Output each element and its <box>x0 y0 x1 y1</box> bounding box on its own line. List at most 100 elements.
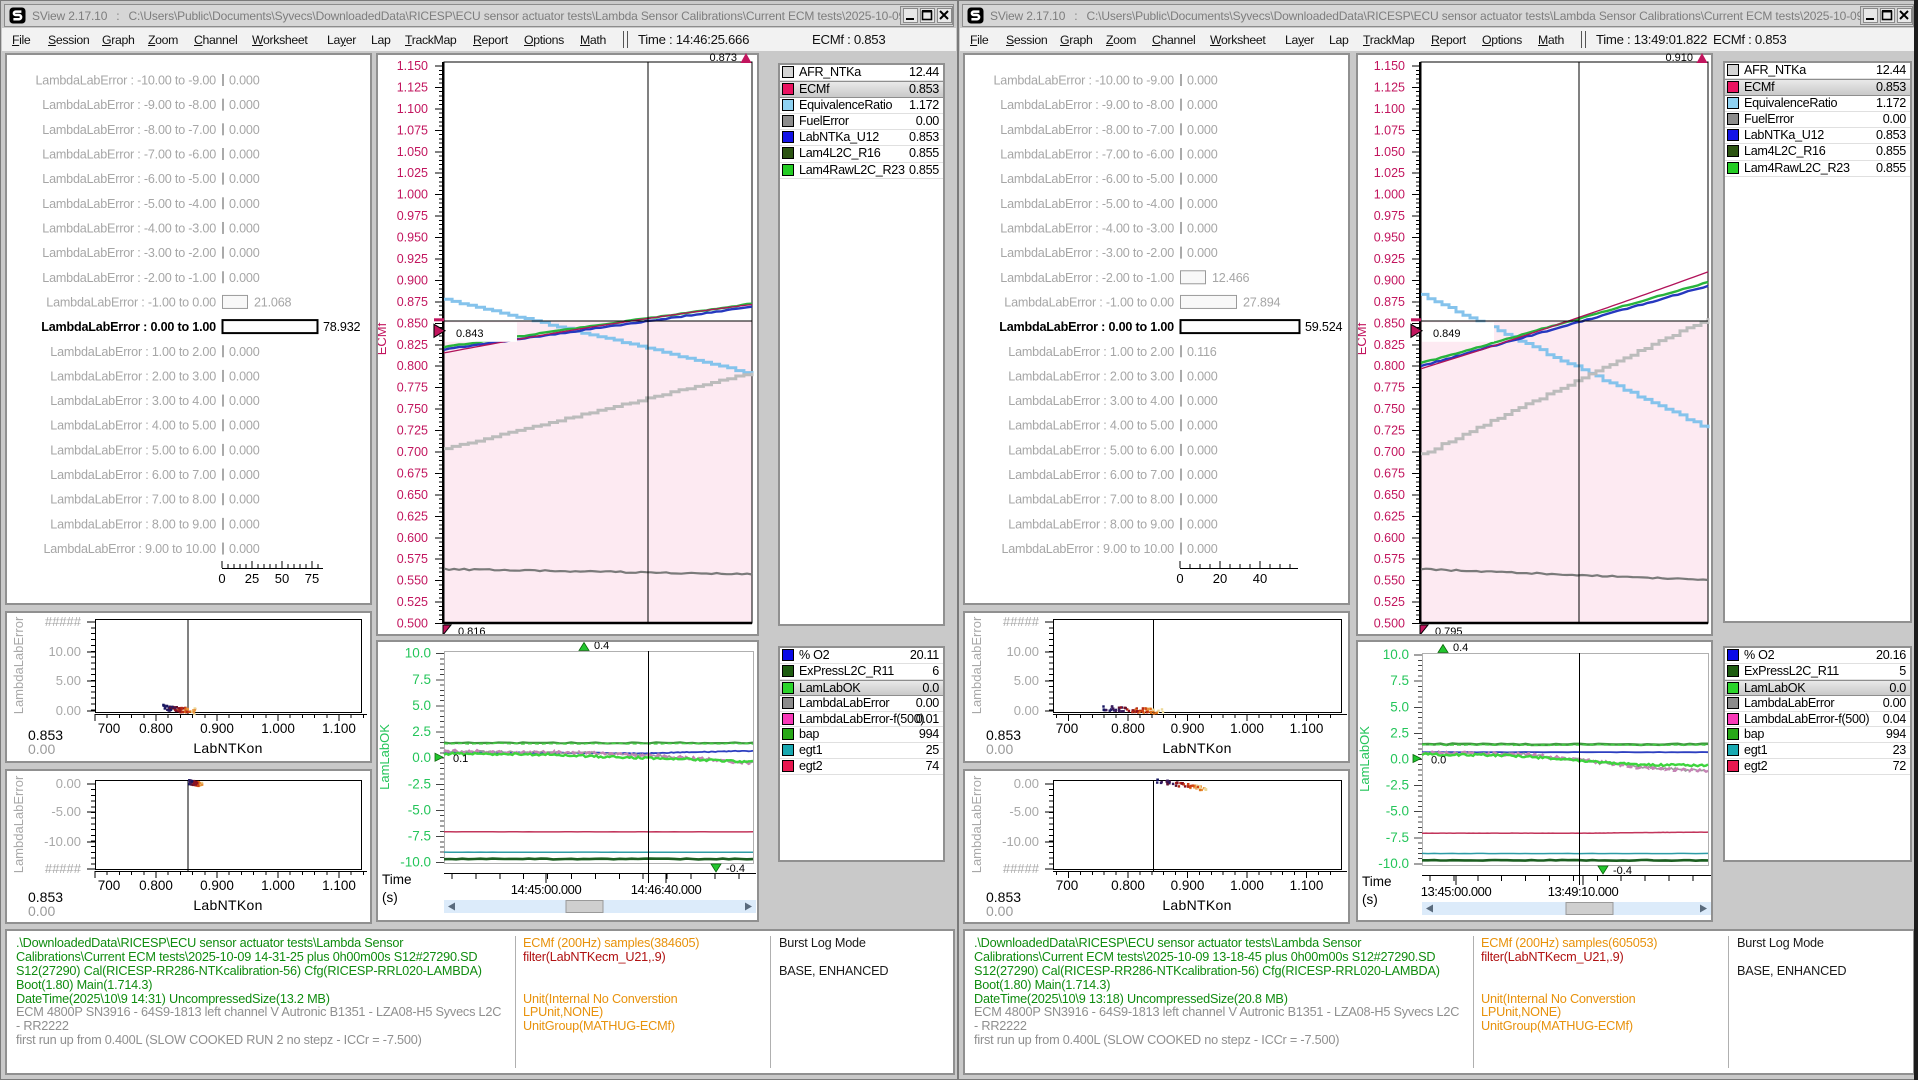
svg-text:0.500: 0.500 <box>397 617 428 631</box>
svg-text:1.050: 1.050 <box>397 145 428 159</box>
svg-text:LambdaLabError : 9.00 to 10.00: LambdaLabError : 9.00 to 10.00 <box>43 542 216 556</box>
svg-text:1.150: 1.150 <box>1374 59 1405 73</box>
svg-text:0.000: 0.000 <box>229 221 260 235</box>
svg-text:0.900: 0.900 <box>200 721 234 736</box>
svg-text:-10.00: -10.00 <box>44 834 81 849</box>
svg-text:10.00: 10.00 <box>48 644 81 659</box>
svg-text:700: 700 <box>98 878 121 893</box>
svg-text:0.825: 0.825 <box>397 338 428 352</box>
svg-text:LambdaLabError : -2.00 to -1.0: LambdaLabError : -2.00 to -1.00 <box>1000 271 1174 285</box>
svg-text:1.000: 1.000 <box>1230 721 1264 736</box>
svg-text:LambdaLabError : -4.00 to -3.0: LambdaLabError : -4.00 to -3.00 <box>1000 221 1174 235</box>
svg-text:ECMf: ECMf <box>1358 322 1369 355</box>
svg-text:0.000: 0.000 <box>1187 123 1218 137</box>
svg-text:0.00: 0.00 <box>56 776 81 791</box>
svg-text:(s): (s) <box>382 890 398 905</box>
svg-text:700: 700 <box>98 721 121 736</box>
svg-text:0.000: 0.000 <box>229 493 260 507</box>
svg-text:0.675: 0.675 <box>1374 466 1405 480</box>
svg-text:27.894: 27.894 <box>1243 295 1281 309</box>
svg-text:LabNTKon: LabNTKon <box>193 897 262 913</box>
svg-text:0.000: 0.000 <box>1187 98 1218 112</box>
svg-text:1.125: 1.125 <box>397 80 428 94</box>
svg-text:14:45:00.000: 14:45:00.000 <box>511 882 582 897</box>
svg-text:0.0: 0.0 <box>1390 752 1409 767</box>
svg-text:1.000: 1.000 <box>397 188 428 202</box>
svg-text:1.100: 1.100 <box>322 878 356 893</box>
svg-text:0.800: 0.800 <box>397 359 428 373</box>
svg-text:0.850: 0.850 <box>397 316 428 330</box>
svg-text:-2.5: -2.5 <box>408 776 431 791</box>
svg-text:5.00: 5.00 <box>56 673 81 688</box>
svg-text:0.000: 0.000 <box>1187 419 1218 433</box>
svg-text:0.000: 0.000 <box>229 394 260 408</box>
svg-text:0.550: 0.550 <box>397 574 428 588</box>
svg-text:-10.0: -10.0 <box>400 855 431 870</box>
svg-text:0.000: 0.000 <box>229 468 260 482</box>
svg-text:LambdaLabError : 8.00 to 9.00: LambdaLabError : 8.00 to 9.00 <box>50 517 216 531</box>
svg-text:LambdaLabError : -5.00 to -4.0: LambdaLabError : -5.00 to -4.00 <box>42 197 216 211</box>
svg-text:LabNTKon: LabNTKon <box>1162 740 1231 756</box>
svg-text:0.000: 0.000 <box>229 517 260 531</box>
svg-text:0.816: 0.816 <box>458 626 486 634</box>
svg-text:0.650: 0.650 <box>397 488 428 502</box>
svg-text:LamLabOK: LamLabOK <box>378 724 392 790</box>
svg-text:0.800: 0.800 <box>1374 359 1405 373</box>
svg-text:0.500: 0.500 <box>1374 617 1405 631</box>
svg-text:1.000: 1.000 <box>1374 188 1405 202</box>
svg-text:LambdaLabError : 3.00 to 4.00: LambdaLabError : 3.00 to 4.00 <box>50 394 216 408</box>
svg-text:0.000: 0.000 <box>229 98 260 112</box>
svg-text:0.900: 0.900 <box>200 878 234 893</box>
svg-text:0.000: 0.000 <box>229 419 260 433</box>
svg-text:ECMf: ECMf <box>378 322 389 355</box>
svg-text:LambdaLabError : 5.00 to 6.00: LambdaLabError : 5.00 to 6.00 <box>1008 443 1174 457</box>
svg-text:0.00: 0.00 <box>28 741 55 757</box>
svg-text:0.900: 0.900 <box>1171 878 1205 893</box>
svg-text:0.725: 0.725 <box>1374 424 1405 438</box>
svg-text:0.000: 0.000 <box>1187 74 1218 88</box>
svg-text:#####: ##### <box>45 861 82 876</box>
svg-text:0.925: 0.925 <box>1374 252 1405 266</box>
svg-text:1.075: 1.075 <box>397 123 428 137</box>
svg-text:LambdaLabError : 7.00 to 8.00: LambdaLabError : 7.00 to 8.00 <box>1008 493 1174 507</box>
svg-text:1.150: 1.150 <box>397 59 428 73</box>
svg-text:0.0: 0.0 <box>1431 755 1446 767</box>
svg-text:40: 40 <box>1253 571 1267 586</box>
svg-text:0.625: 0.625 <box>397 509 428 523</box>
svg-text:0.875: 0.875 <box>397 295 428 309</box>
svg-text:1.025: 1.025 <box>397 166 428 180</box>
svg-text:5.0: 5.0 <box>412 698 431 713</box>
svg-text:LabNTKon: LabNTKon <box>1162 897 1231 913</box>
svg-text:0.700: 0.700 <box>1374 445 1405 459</box>
svg-text:0.525: 0.525 <box>1374 595 1405 609</box>
svg-text:0.000: 0.000 <box>229 147 260 161</box>
svg-text:0.000: 0.000 <box>229 172 260 186</box>
svg-text:0.600: 0.600 <box>397 531 428 545</box>
svg-text:14:46:40.000: 14:46:40.000 <box>631 882 702 897</box>
svg-text:0.900: 0.900 <box>1171 721 1205 736</box>
svg-text:LambdaLabError : 9.00 to 10.00: LambdaLabError : 9.00 to 10.00 <box>1001 542 1174 556</box>
svg-text:#####: ##### <box>1003 861 1040 876</box>
svg-text:0.800: 0.800 <box>139 878 173 893</box>
svg-text:0.000: 0.000 <box>1187 221 1218 235</box>
svg-text:0.4: 0.4 <box>594 642 609 652</box>
svg-text:1.100: 1.100 <box>397 102 428 116</box>
svg-text:0.750: 0.750 <box>1374 402 1405 416</box>
svg-text:13:49:10.000: 13:49:10.000 <box>1548 884 1619 899</box>
svg-text:0.000: 0.000 <box>229 197 260 211</box>
svg-text:10.0: 10.0 <box>405 646 431 661</box>
svg-text:0.116: 0.116 <box>1187 345 1217 359</box>
svg-text:0.000: 0.000 <box>1187 197 1218 211</box>
svg-text:0.975: 0.975 <box>397 209 428 223</box>
svg-text:LambdaLabError : -6.00 to -5.0: LambdaLabError : -6.00 to -5.00 <box>1000 172 1174 186</box>
svg-text:1.000: 1.000 <box>1230 878 1264 893</box>
svg-text:-2.5: -2.5 <box>1386 778 1409 793</box>
svg-text:LambdaLabError : -3.00 to -2.0: LambdaLabError : -3.00 to -2.00 <box>1000 246 1174 260</box>
svg-text:LambdaLabError : 2.00 to 3.00: LambdaLabError : 2.00 to 3.00 <box>50 369 216 383</box>
svg-text:LambdaLabError : 6.00 to 7.00: LambdaLabError : 6.00 to 7.00 <box>1008 468 1174 482</box>
svg-text:LambdaLabError : -4.00 to -3.0: LambdaLabError : -4.00 to -3.00 <box>42 221 216 235</box>
svg-text:LambdaLabError : 1.00 to 2.00: LambdaLabError : 1.00 to 2.00 <box>1008 345 1174 359</box>
svg-text:0.795: 0.795 <box>1435 626 1463 634</box>
svg-text:-5.0: -5.0 <box>1386 804 1409 819</box>
svg-text:1.100: 1.100 <box>1290 721 1324 736</box>
